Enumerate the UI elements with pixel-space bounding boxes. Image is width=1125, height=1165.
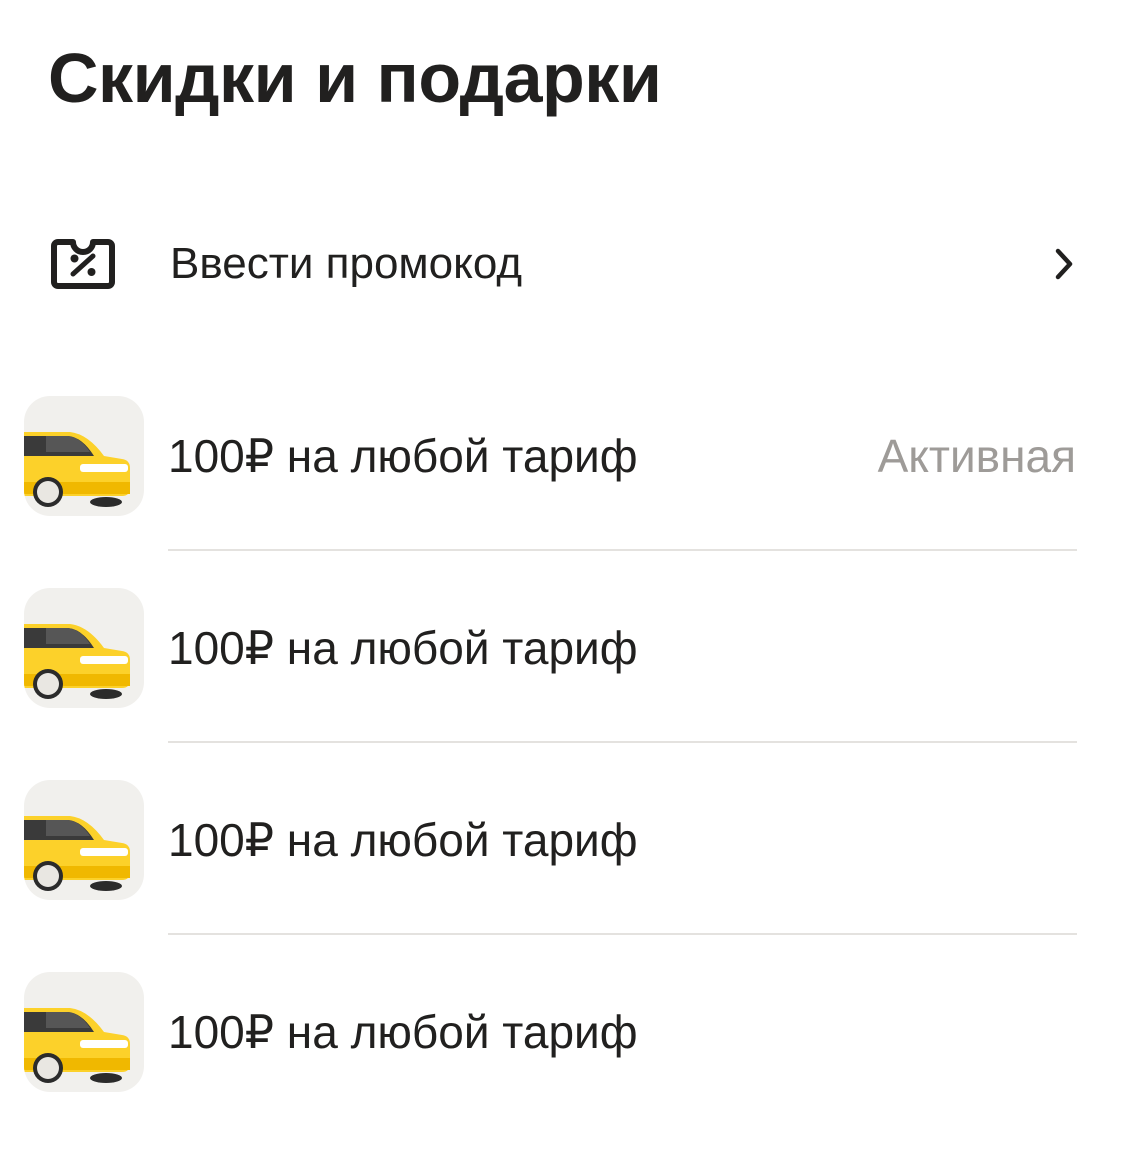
gift-title: 100₽ на любой тариф [168,430,638,482]
gift-title: 100₽ на любой тариф [168,622,638,674]
divider [168,741,1077,743]
yellow-taxi-car-icon [24,396,144,516]
gift-status-badge: Активная [877,430,1076,482]
divider [168,549,1077,551]
yellow-taxi-car-icon [24,780,144,900]
divider [168,933,1077,935]
enter-promo-code-label: Ввести промокод [170,239,523,288]
gift-title: 100₽ на любой тариф [168,814,638,866]
chevron-right-icon [1048,245,1078,283]
yellow-taxi-car-icon [24,588,144,708]
gift-item-3[interactable]: 100₽ на любой тариф [0,780,1125,960]
page-title: Скидки и подарки [48,39,662,117]
gift-item-1[interactable]: 100₽ на любой тариф Активная [0,396,1125,576]
enter-promo-code-row[interactable]: Ввести промокод [0,200,1125,328]
gift-item-4[interactable]: 100₽ на любой тариф [0,972,1125,1152]
promo-ticket-percent-icon [50,236,116,292]
gift-title: 100₽ на любой тариф [168,1006,638,1058]
gift-item-2[interactable]: 100₽ на любой тариф [0,588,1125,768]
yellow-taxi-car-icon [24,972,144,1092]
